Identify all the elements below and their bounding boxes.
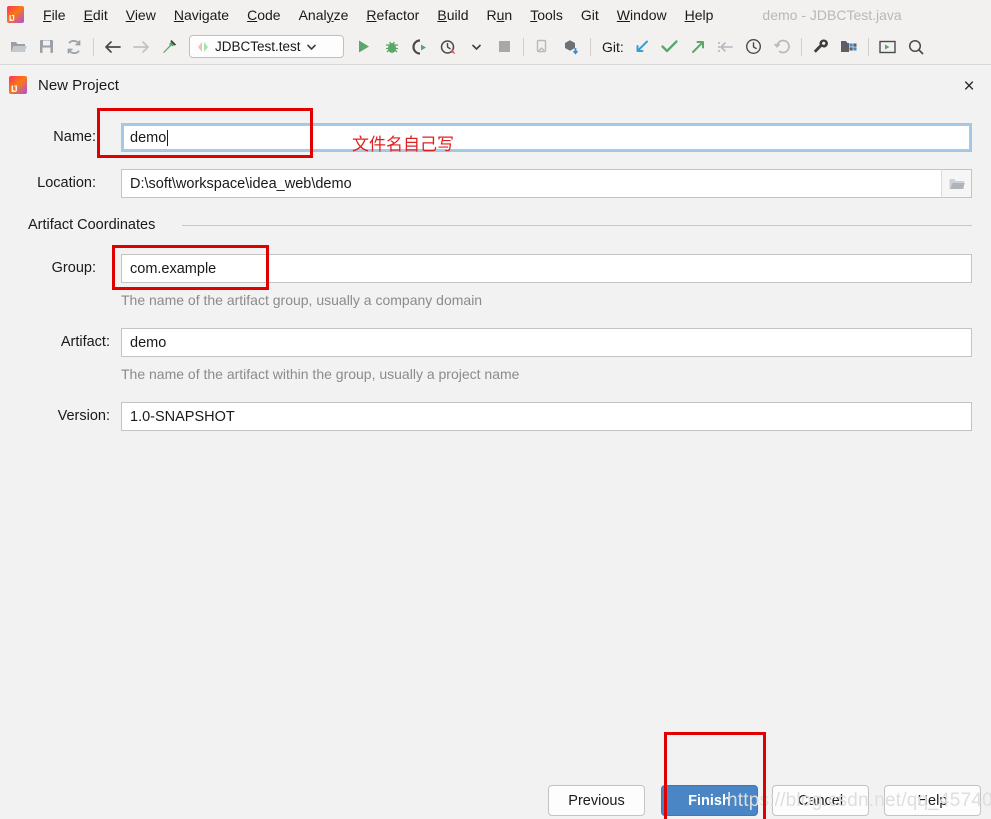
screen: File Edit View Navigate Code Analyze Ref… <box>0 0 991 819</box>
search-icon[interactable] <box>902 33 930 61</box>
section-divider <box>182 225 972 226</box>
name-input[interactable]: demo <box>121 123 972 152</box>
toolbar-separator <box>800 37 802 56</box>
menu-item-refactor[interactable]: Refactor <box>357 4 428 26</box>
cancel-button[interactable]: Cancel <box>772 785 869 816</box>
run-coverage-icon[interactable] <box>406 33 434 61</box>
artifact-coordinates-title: Artifact Coordinates <box>28 217 164 233</box>
group-input-value: com.example <box>130 260 217 277</box>
annotation-name-note: 文件名自己写 <box>352 135 454 155</box>
menu-item-run[interactable]: Run <box>478 4 522 26</box>
help-button[interactable]: Help <box>884 785 981 816</box>
back-icon[interactable] <box>99 33 127 61</box>
menu-item-code[interactable]: Code <box>238 4 289 26</box>
menu-item-file[interactable]: File <box>34 4 75 26</box>
artifact-input-value: demo <box>130 334 167 351</box>
group-hint: The name of the artifact group, usually … <box>121 292 483 308</box>
name-input-value: demo <box>130 129 167 146</box>
git-revert-icon <box>768 33 796 61</box>
ide-menu-bar: File Edit View Navigate Code Analyze Ref… <box>0 0 991 29</box>
git-push-icon[interactable] <box>684 33 712 61</box>
ide-toolbar: JDBCTest.test Git: <box>0 29 991 65</box>
close-icon[interactable]: × <box>958 75 980 97</box>
version-input-value: 1.0-SNAPSHOT <box>130 408 235 425</box>
artifact-hint: The name of the artifact within the grou… <box>121 366 520 382</box>
menu-item-view[interactable]: View <box>117 4 165 26</box>
profile-icon[interactable] <box>434 33 462 61</box>
menu-item-edit[interactable]: Edit <box>75 4 117 26</box>
version-input[interactable]: 1.0-SNAPSHOT <box>121 402 972 431</box>
window-title: demo - JDBCTest.java <box>762 6 902 23</box>
toolbar-separator <box>93 37 94 56</box>
version-label: Version: <box>57 408 110 424</box>
test-config-icon <box>198 41 208 52</box>
toolbar-separator <box>523 37 524 56</box>
menu-item-tools[interactable]: Tools <box>521 4 572 26</box>
name-label: Name: <box>53 129 96 145</box>
group-label: Group: <box>51 260 96 276</box>
dialog-header: New Project <box>0 66 991 104</box>
location-input[interactable]: D:\soft\workspace\idea_web\demo <box>121 169 972 198</box>
menu-item-git[interactable]: Git <box>572 4 608 26</box>
menu-item-build[interactable]: Build <box>428 4 477 26</box>
install-apk-icon[interactable] <box>557 33 585 61</box>
git-commit-icon[interactable] <box>656 33 684 61</box>
artifact-label: Artifact: <box>60 334 110 350</box>
finish-button[interactable]: Finish <box>661 785 758 816</box>
forward-icon <box>127 33 155 61</box>
dialog-title: New Project <box>38 76 119 94</box>
device-manager-icon[interactable] <box>529 33 557 61</box>
open-folder-icon[interactable] <box>4 33 32 61</box>
toolbar-separator <box>867 37 869 56</box>
chevron-down-icon <box>306 43 316 50</box>
toolbar-separator <box>590 37 591 56</box>
artifact-input[interactable]: demo <box>121 328 972 357</box>
run-icon[interactable] <box>350 33 378 61</box>
group-input[interactable]: com.example <box>121 254 972 283</box>
location-input-value: D:\soft\workspace\idea_web\demo <box>130 175 352 192</box>
new-project-dialog: New Project × Name: demo Location: D:\so… <box>0 66 991 819</box>
git-history-icon[interactable] <box>740 33 768 61</box>
menu-item-navigate[interactable]: Navigate <box>165 4 238 26</box>
run-configuration-label: JDBCTest.test <box>215 39 301 54</box>
previous-button[interactable]: Previous <box>548 785 645 816</box>
git-update-icon[interactable] <box>628 33 656 61</box>
menu-item-help[interactable]: Help <box>676 4 723 26</box>
project-structure-icon[interactable] <box>835 33 863 61</box>
sync-icon[interactable] <box>60 33 88 61</box>
run-configuration-selector[interactable]: JDBCTest.test <box>189 35 344 58</box>
debug-icon[interactable] <box>378 33 406 61</box>
save-all-icon[interactable] <box>32 33 60 61</box>
intellij-logo-icon <box>7 6 24 23</box>
git-label: Git: <box>602 38 624 55</box>
stop-icon <box>490 33 518 61</box>
build-icon[interactable] <box>155 33 183 61</box>
menu-item-analyze[interactable]: Analyze <box>290 4 358 26</box>
folder-browse-icon[interactable] <box>941 169 972 198</box>
menu-item-window[interactable]: Window <box>608 4 676 26</box>
text-caret <box>167 129 169 146</box>
git-rebase-icon <box>712 33 740 61</box>
location-label: Location: <box>37 175 96 191</box>
chevron-down-icon[interactable] <box>462 33 490 61</box>
intellij-dialog-icon <box>9 76 27 94</box>
present-mode-icon[interactable] <box>874 33 902 61</box>
settings-wrench-icon[interactable] <box>807 33 835 61</box>
